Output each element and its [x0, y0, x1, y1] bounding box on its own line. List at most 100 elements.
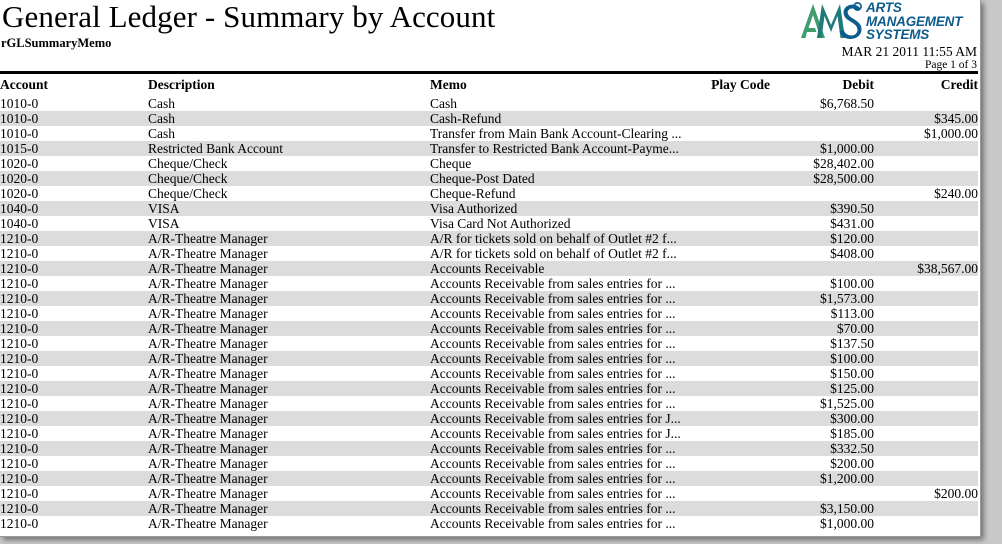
table-header-row: Account Description Memo Play Code Debit…: [0, 74, 978, 96]
cell-account: 1210-0: [0, 246, 39, 261]
cell-credit: $1,000.00: [924, 126, 978, 141]
cell-credit: [874, 306, 978, 321]
column-header-play-code[interactable]: Play Code: [692, 74, 770, 96]
table-row[interactable]: 1210-0 A/R-Theatre Manager Accounts Receiv…: [0, 276, 978, 291]
cell-debit: $408.00: [830, 246, 874, 261]
cell-play-code: [692, 291, 770, 306]
cell-credit: $345.00: [934, 111, 978, 126]
table-row[interactable]: 1020-0 Cheque/Check Cheque $28,402.00: [0, 156, 978, 171]
table-row[interactable]: 1015-0 Restricted Bank Account Transfer to…: [0, 141, 978, 156]
cell-debit: $200.00: [830, 456, 874, 471]
cell-account: 1210-0: [0, 456, 39, 471]
column-header-account[interactable]: Account: [0, 74, 148, 96]
cell-description: A/R-Theatre Manager: [148, 276, 268, 291]
cell-credit: [874, 156, 978, 171]
cell-credit: [874, 426, 978, 441]
cell-memo: Transfer from Main Bank Account-Clearing…: [430, 126, 682, 141]
cell-memo: Cash: [430, 96, 457, 111]
cell-description: A/R-Theatre Manager: [148, 441, 268, 456]
cell-memo: Visa Authorized: [430, 201, 518, 216]
table-row[interactable]: 1210-0 A/R-Theatre Manager Accounts Receiv…: [0, 426, 978, 441]
table-row[interactable]: 1210-0 A/R-Theatre Manager Accounts Receiv…: [0, 306, 978, 321]
cell-description: Cheque/Check: [148, 171, 228, 186]
cell-memo: Accounts Receivable from sales entries f…: [430, 351, 676, 366]
table-row[interactable]: 1210-0 A/R-Theatre Manager Accounts Receiv…: [0, 516, 978, 531]
cell-account: 1210-0: [0, 441, 39, 456]
cell-credit: [874, 141, 978, 156]
cell-play-code: [692, 306, 770, 321]
table-row[interactable]: 1020-0 Cheque/Check Cheque-Post Dated $28,5…: [0, 171, 978, 186]
cell-description: A/R-Theatre Manager: [148, 366, 268, 381]
column-header-credit[interactable]: Credit: [874, 74, 978, 96]
cell-memo: Accounts Receivable from sales entries f…: [430, 366, 676, 381]
table-row[interactable]: 1020-0 Cheque/Check Cheque-Refund $240.00: [0, 186, 978, 201]
cell-play-code: [692, 171, 770, 186]
cell-description: A/R-Theatre Manager: [148, 456, 268, 471]
table-row[interactable]: 1210-0 A/R-Theatre Manager Accounts Receiv…: [0, 501, 978, 516]
table-row[interactable]: 1210-0 A/R-Theatre Manager Accounts Receiv…: [0, 291, 978, 306]
cell-memo: Cheque: [430, 156, 472, 171]
table-row[interactable]: 1010-0 Cash Cash-Refund $345.00: [0, 111, 978, 126]
cell-description: A/R-Theatre Manager: [148, 351, 268, 366]
table-row[interactable]: 1210-0 A/R-Theatre Manager Accounts Receiv…: [0, 441, 978, 456]
cell-play-code: [692, 111, 770, 126]
logo-line-management: MANAGEMENT: [866, 13, 963, 29]
table-row[interactable]: 1210-0 A/R-Theatre Manager Accounts Receiv…: [0, 261, 978, 276]
cell-credit: [874, 276, 978, 291]
cell-credit: [874, 321, 978, 336]
table-row[interactable]: 1040-0 VISA Visa Authorized $390.50: [0, 201, 978, 216]
cell-play-code: [692, 141, 770, 156]
cell-play-code: [692, 231, 770, 246]
cell-account: 1010-0: [0, 111, 39, 126]
cell-debit: [770, 186, 874, 201]
cell-memo: Accounts Receivable from sales entries f…: [430, 411, 681, 426]
table-row[interactable]: 1010-0 Cash Cash $6,768.50: [0, 96, 978, 111]
cell-description: A/R-Theatre Manager: [148, 426, 268, 441]
cell-memo: Accounts Receivable from sales entries f…: [430, 336, 676, 351]
cell-memo: Accounts Receivable from sales entries f…: [430, 291, 676, 306]
table-row[interactable]: 1210-0 A/R-Theatre Manager A/R for tickets…: [0, 231, 978, 246]
cell-debit: $300.00: [830, 411, 874, 426]
cell-description: VISA: [148, 216, 180, 231]
cell-debit: $28,402.00: [813, 156, 874, 171]
table-row[interactable]: 1010-0 Cash Transfer from Main Bank Accoun…: [0, 126, 978, 141]
cell-memo: Accounts Receivable: [430, 261, 545, 276]
cell-memo: Visa Card Not Authorized: [430, 216, 571, 231]
cell-debit: [770, 486, 874, 501]
cell-credit: [874, 216, 978, 231]
table-row[interactable]: 1210-0 A/R-Theatre Manager Accounts Receiv…: [0, 336, 978, 351]
cell-debit: $100.00: [830, 276, 874, 291]
cell-description: A/R-Theatre Manager: [148, 246, 268, 261]
table-row[interactable]: 1210-0 A/R-Theatre Manager Accounts Receiv…: [0, 471, 978, 486]
column-header-description[interactable]: Description: [148, 74, 430, 96]
cell-account: 1210-0: [0, 501, 39, 516]
cell-credit: [874, 411, 978, 426]
table-row[interactable]: 1210-0 A/R-Theatre Manager A/R for tickets…: [0, 246, 978, 261]
table-row[interactable]: 1210-0 A/R-Theatre Manager Accounts Receiv…: [0, 321, 978, 336]
cell-memo: Accounts Receivable from sales entries f…: [430, 306, 676, 321]
cell-description: Cheque/Check: [148, 156, 228, 171]
cell-debit: $6,768.50: [820, 96, 874, 111]
table-row[interactable]: 1210-0 A/R-Theatre Manager Accounts Receiv…: [0, 411, 978, 426]
column-header-debit[interactable]: Debit: [770, 74, 875, 96]
table-row[interactable]: 1210-0 A/R-Theatre Manager Accounts Receiv…: [0, 351, 978, 366]
table-row[interactable]: 1040-0 VISA Visa Card Not Authorized $431.0…: [0, 216, 978, 231]
table-row[interactable]: 1210-0 A/R-Theatre Manager Accounts Receiv…: [0, 366, 978, 381]
cell-play-code: [692, 126, 770, 141]
cell-play-code: [692, 321, 770, 336]
cell-account: 1210-0: [0, 411, 39, 426]
cell-account: 1015-0: [0, 141, 39, 156]
logo-line-arts: ARTS: [866, 0, 902, 15]
cell-credit: [874, 291, 978, 306]
cell-description: Cash: [148, 96, 175, 111]
cell-play-code: [692, 351, 770, 366]
cell-play-code: [692, 246, 770, 261]
table-row[interactable]: 1210-0 A/R-Theatre Manager Accounts Receiv…: [0, 456, 978, 471]
cell-memo: A/R for tickets sold on behalf of Outlet…: [430, 231, 677, 246]
table-row[interactable]: 1210-0 A/R-Theatre Manager Accounts Receiv…: [0, 396, 978, 411]
table-row[interactable]: 1210-0 A/R-Theatre Manager Accounts Receiv…: [0, 381, 978, 396]
column-header-memo[interactable]: Memo: [430, 74, 692, 96]
cell-memo: Accounts Receivable from sales entries f…: [430, 456, 676, 471]
table-row[interactable]: 1210-0 A/R-Theatre Manager Accounts Receiv…: [0, 486, 978, 501]
cell-debit: [770, 126, 874, 141]
